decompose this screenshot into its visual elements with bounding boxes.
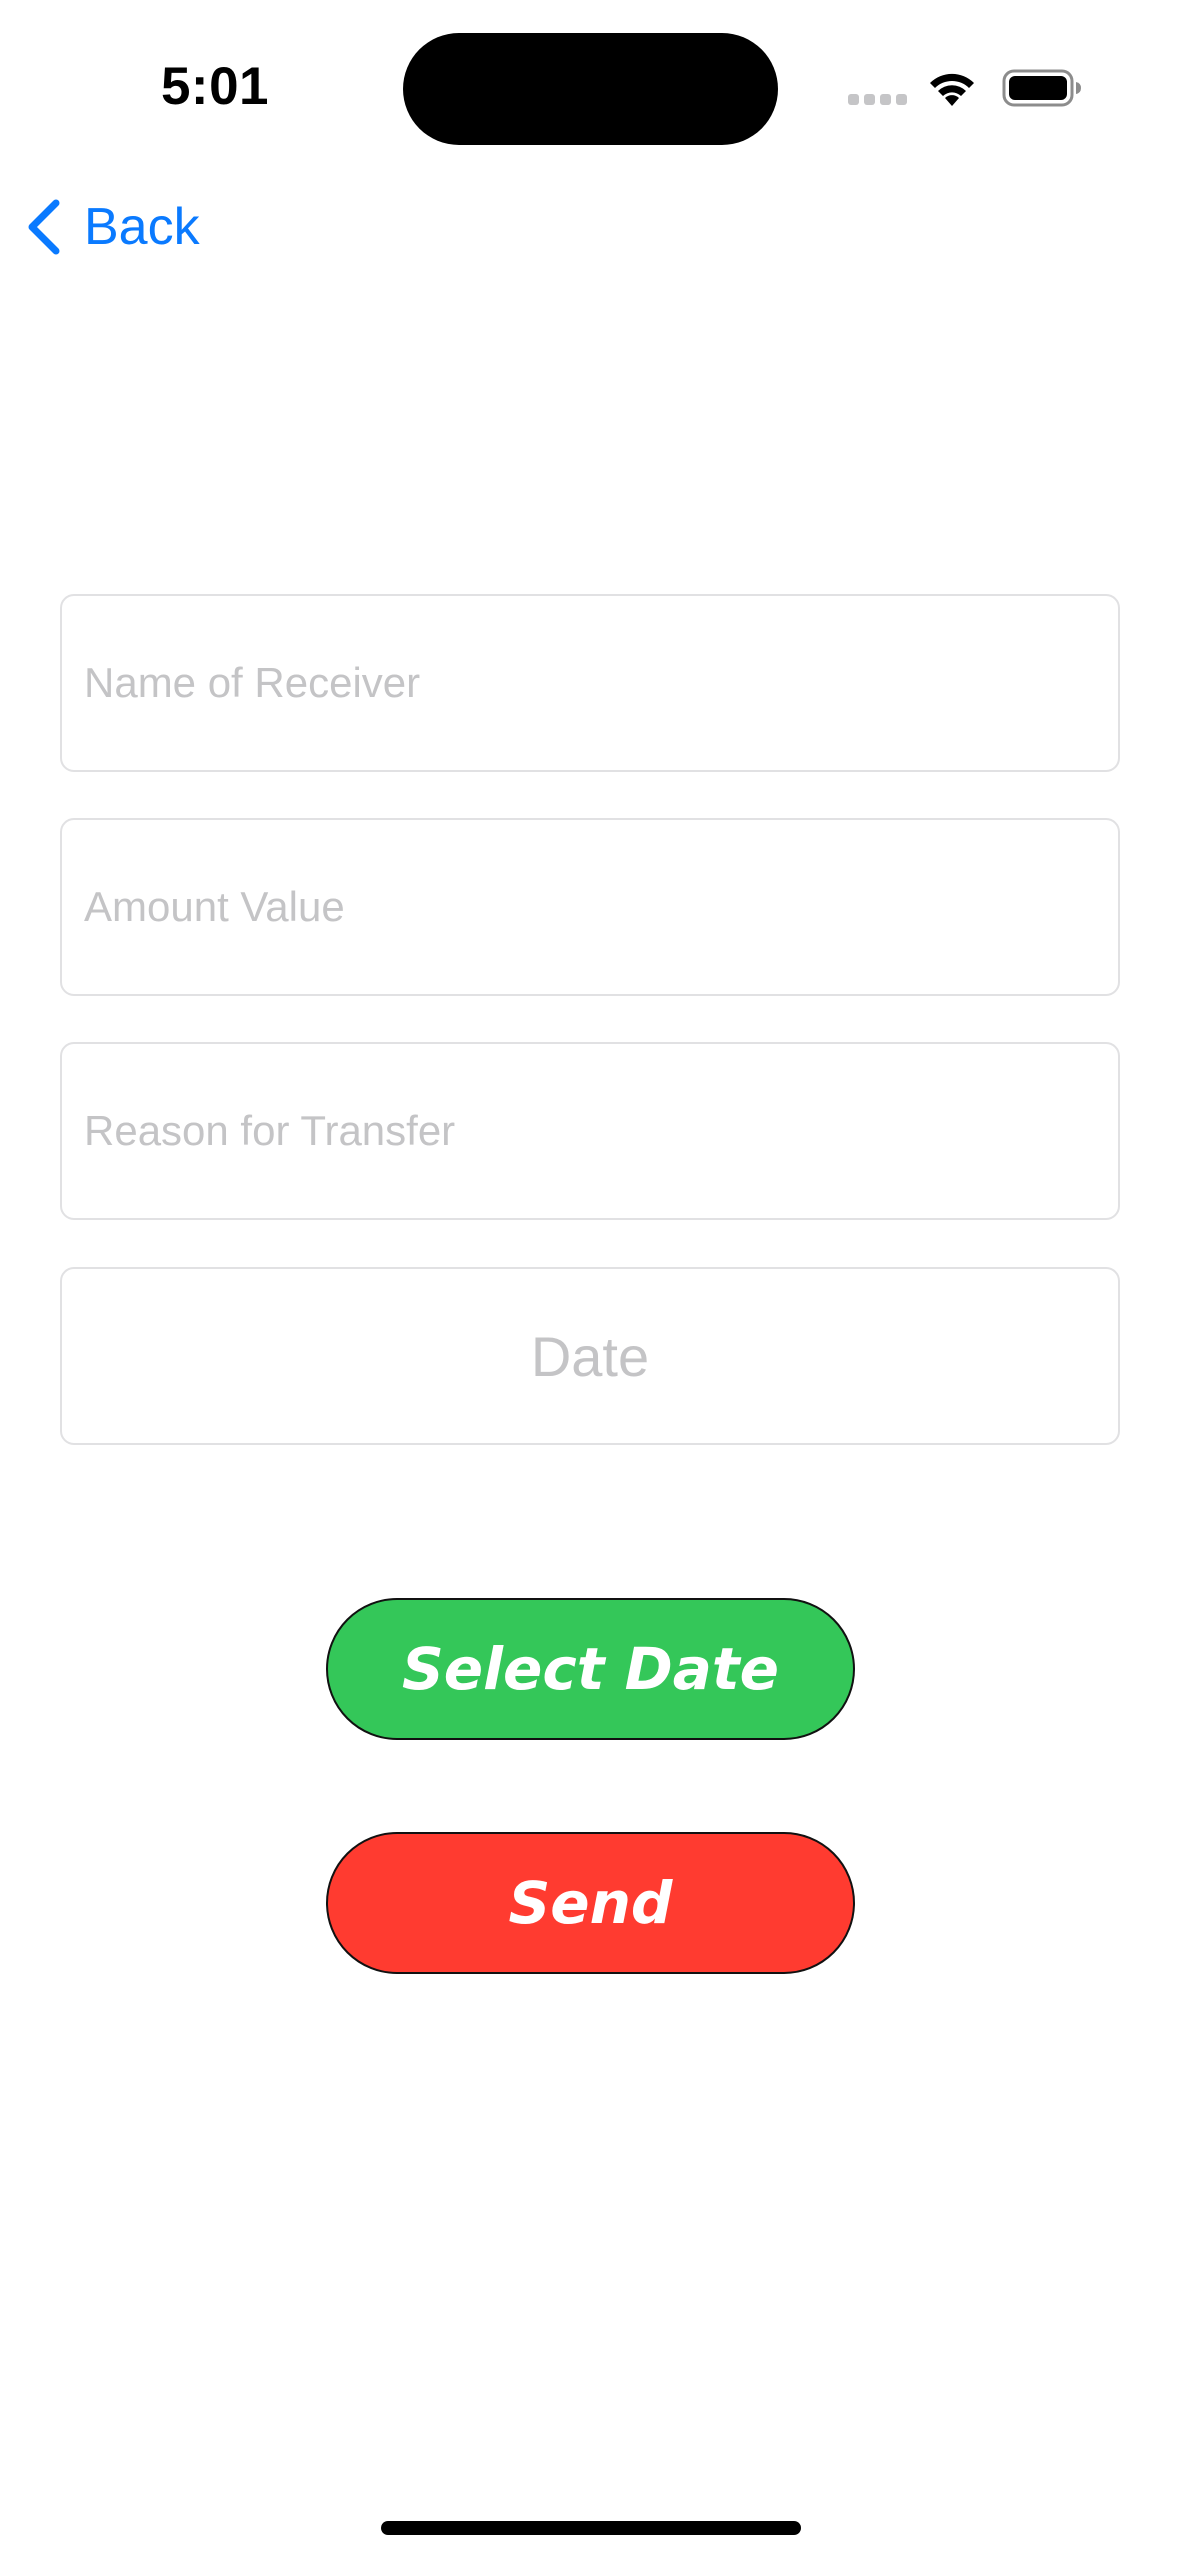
reason-input[interactable] bbox=[62, 1044, 1118, 1218]
amount-field[interactable] bbox=[60, 818, 1120, 996]
back-label: Back bbox=[84, 198, 200, 256]
cellular-signal-icon bbox=[848, 94, 908, 108]
status-time: 5:01 bbox=[160, 57, 270, 116]
dynamic-island bbox=[403, 33, 778, 145]
receiver-name-field[interactable] bbox=[60, 594, 1120, 772]
chevron-left-icon bbox=[28, 199, 60, 255]
wifi-icon bbox=[930, 73, 974, 106]
send-button[interactable]: Send bbox=[326, 1832, 855, 1974]
date-field[interactable] bbox=[60, 1267, 1120, 1445]
battery-icon bbox=[1002, 69, 1081, 107]
amount-input[interactable] bbox=[62, 820, 1118, 994]
receiver-name-input[interactable] bbox=[62, 596, 1118, 770]
home-indicator[interactable] bbox=[381, 2521, 801, 2535]
back-button[interactable]: Back bbox=[24, 192, 200, 262]
date-input[interactable] bbox=[62, 1269, 1118, 1443]
reason-field[interactable] bbox=[60, 1042, 1120, 1220]
select-date-button[interactable]: Select Date bbox=[326, 1598, 855, 1740]
